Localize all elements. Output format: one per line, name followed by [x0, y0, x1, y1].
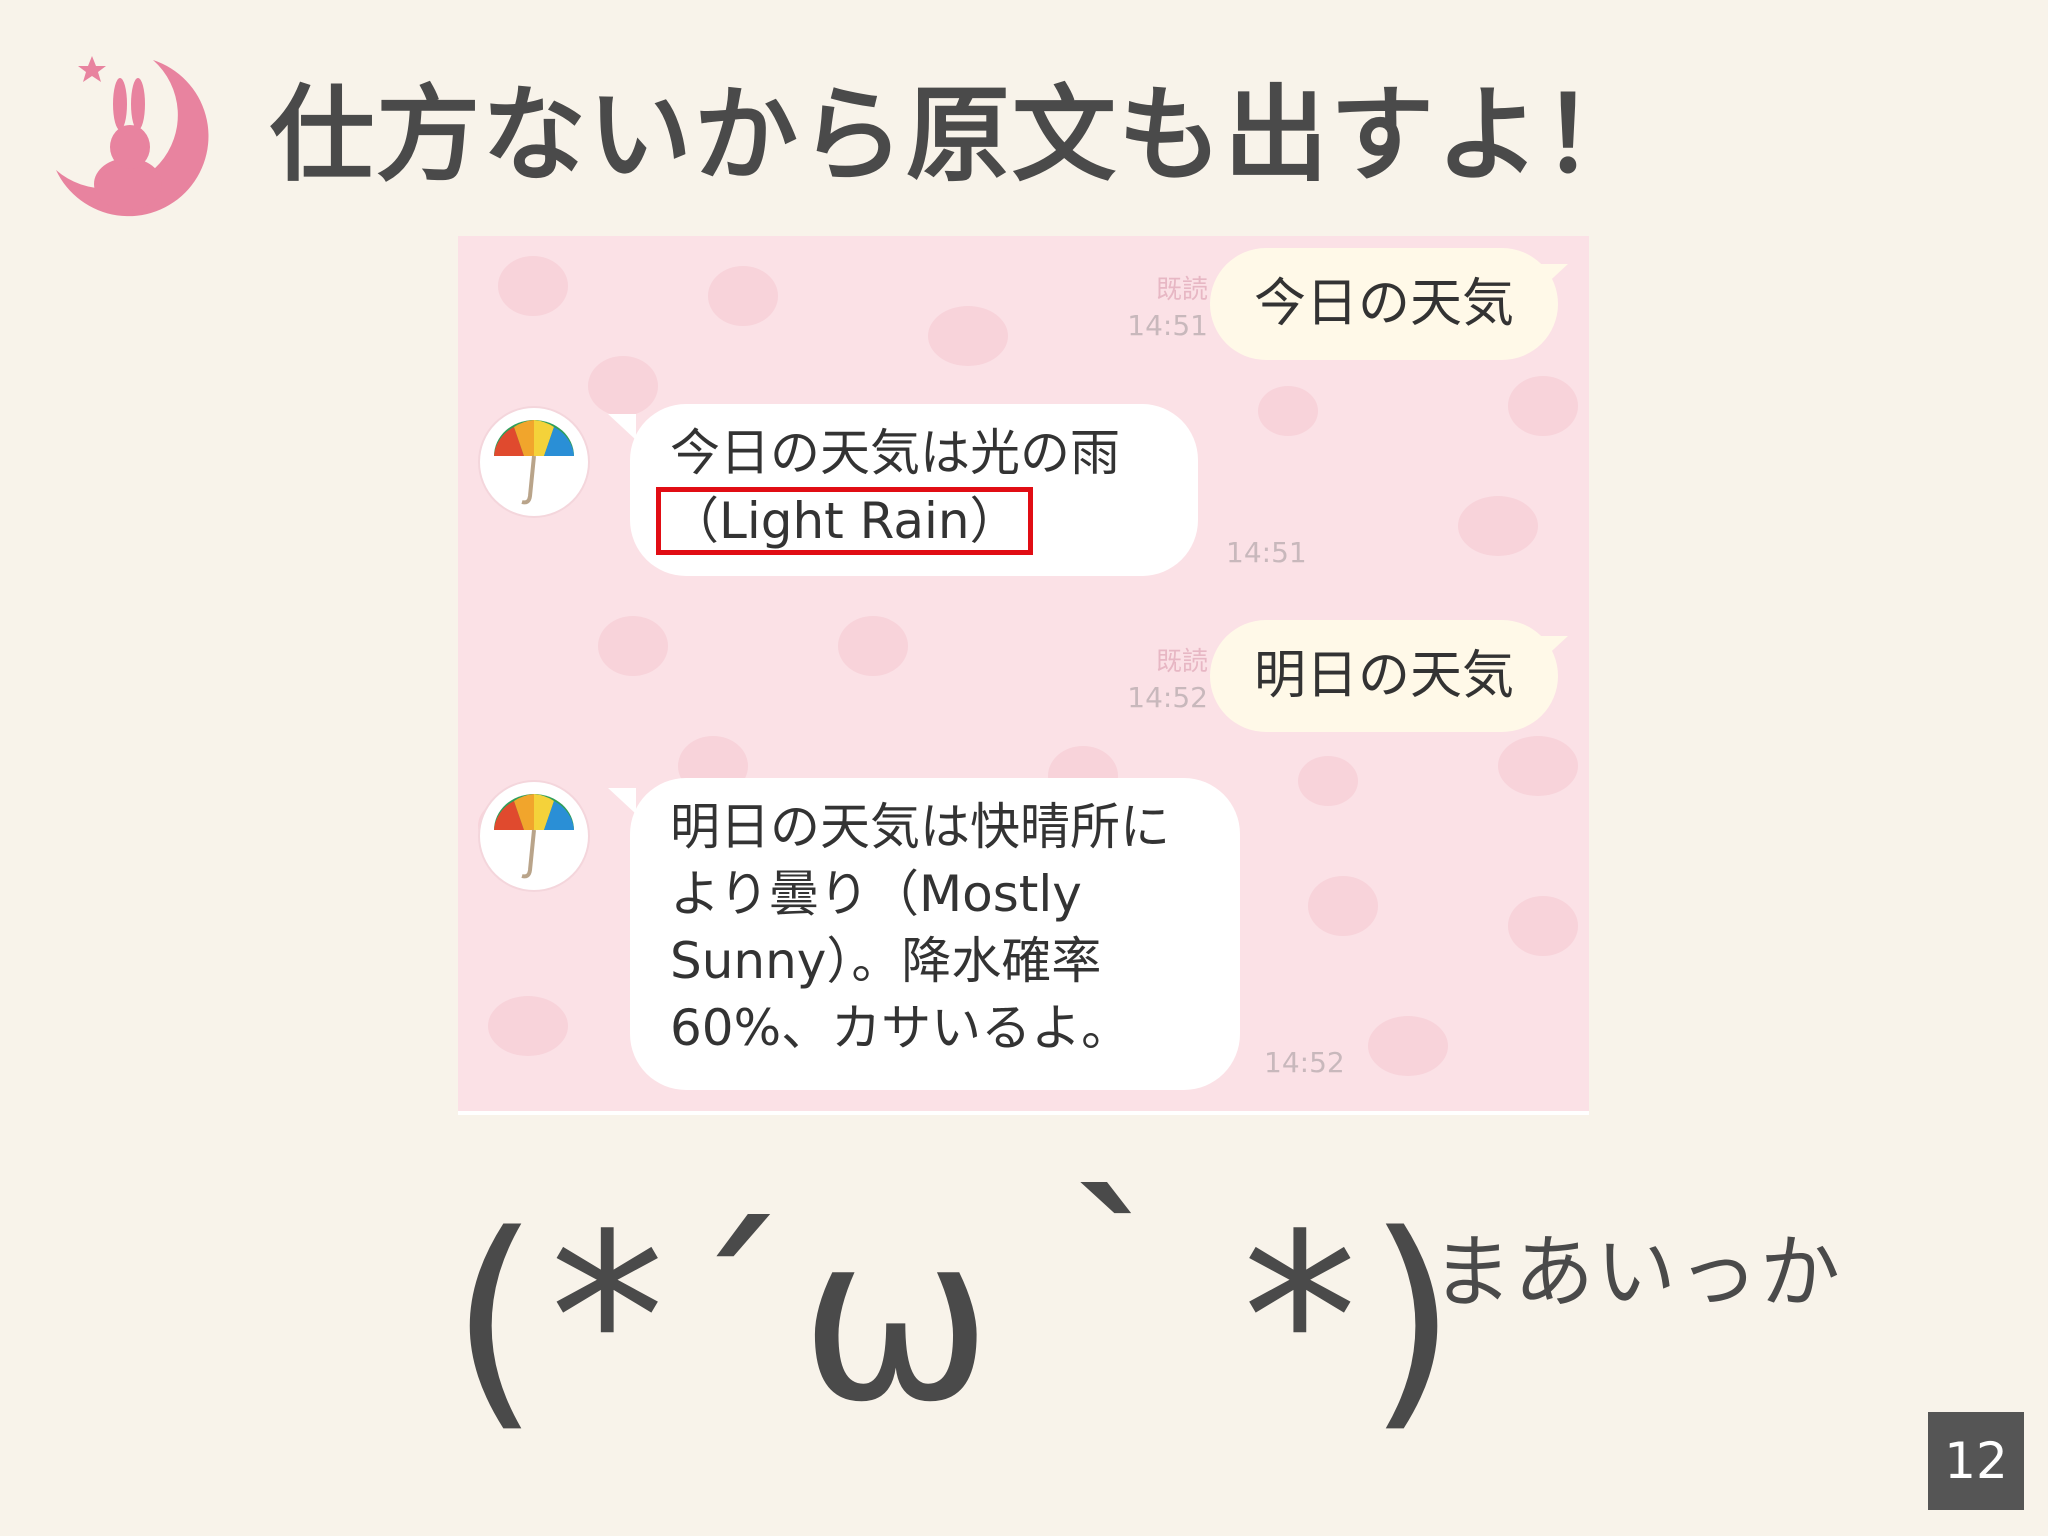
bot-message-bubble: 今日の天気は光の雨 （Light Rain）: [630, 404, 1198, 576]
umbrella-icon: [494, 420, 574, 505]
message-time: 14:51: [1127, 309, 1208, 342]
bot-message-line: 今日の天気は光の雨: [670, 424, 1120, 482]
background-paw-icon: [1298, 756, 1358, 806]
background-paw-icon: [1508, 896, 1578, 956]
message-time: 14:52: [1127, 681, 1208, 714]
user-message-bubble: 明日の天気: [1210, 620, 1559, 732]
bot-message-line: 60%、カサいるよ。: [670, 999, 1132, 1057]
user-message-text: 明日の天気: [1254, 646, 1515, 706]
bubble-tail: [1540, 636, 1568, 662]
bubble-tail: [1540, 264, 1568, 290]
umbrella-icon: [494, 794, 574, 879]
chat-screenshot: 既読 14:51 今日の天気 今日の天気は光の雨 （Light Rain） 14…: [458, 236, 1589, 1111]
background-paw-icon: [598, 616, 668, 676]
read-receipt: 既読: [1155, 647, 1208, 677]
message-time: 14:51: [1226, 536, 1307, 569]
background-paw-icon: [708, 266, 778, 326]
page-number: 12: [1928, 1412, 2024, 1510]
kaomoji: (*´ω｀*): [450, 1186, 1468, 1453]
background-paw-icon: [1498, 736, 1578, 796]
background-paw-icon: [928, 306, 1008, 366]
divider: [458, 1111, 1589, 1115]
bot-message-line: 明日の天気は快晴所に: [670, 798, 1170, 856]
bot-message-line: より曇り（Mostly: [670, 865, 1082, 923]
background-paw-icon: [498, 256, 568, 316]
message-time: 14:52: [1264, 1046, 1345, 1079]
bot-message-line: Sunny）。降水確率: [670, 932, 1102, 990]
read-receipt: 既読: [1155, 275, 1208, 305]
background-paw-icon: [1308, 876, 1378, 936]
bot-avatar: [480, 408, 588, 516]
bubble-tail: [608, 788, 636, 814]
slide-title: 仕方ないから原文も出すよ！: [270, 74, 1649, 196]
background-paw-icon: [588, 356, 658, 416]
caption: まあいっか: [1432, 1226, 1842, 1319]
user-message-text: 今日の天気: [1254, 274, 1515, 334]
highlighted-translation: （Light Rain）: [656, 487, 1033, 555]
background-paw-icon: [1458, 496, 1538, 556]
user-message-bubble: 今日の天気: [1210, 248, 1559, 360]
bot-message-bubble: 明日の天気は快晴所に より曇り（Mostly Sunny）。降水確率 60%、カ…: [630, 778, 1240, 1090]
background-paw-icon: [488, 996, 568, 1056]
background-paw-icon: [1368, 1016, 1448, 1076]
background-paw-icon: [838, 616, 908, 676]
background-paw-icon: [1508, 376, 1578, 436]
rabbit-moon-logo-icon: [56, 56, 209, 217]
bubble-tail: [608, 414, 636, 440]
message-meta: 既読 14:52: [1088, 644, 1208, 716]
background-paw-icon: [1258, 386, 1318, 436]
message-meta: 既読 14:51: [1088, 272, 1208, 344]
bot-avatar: [480, 782, 588, 890]
